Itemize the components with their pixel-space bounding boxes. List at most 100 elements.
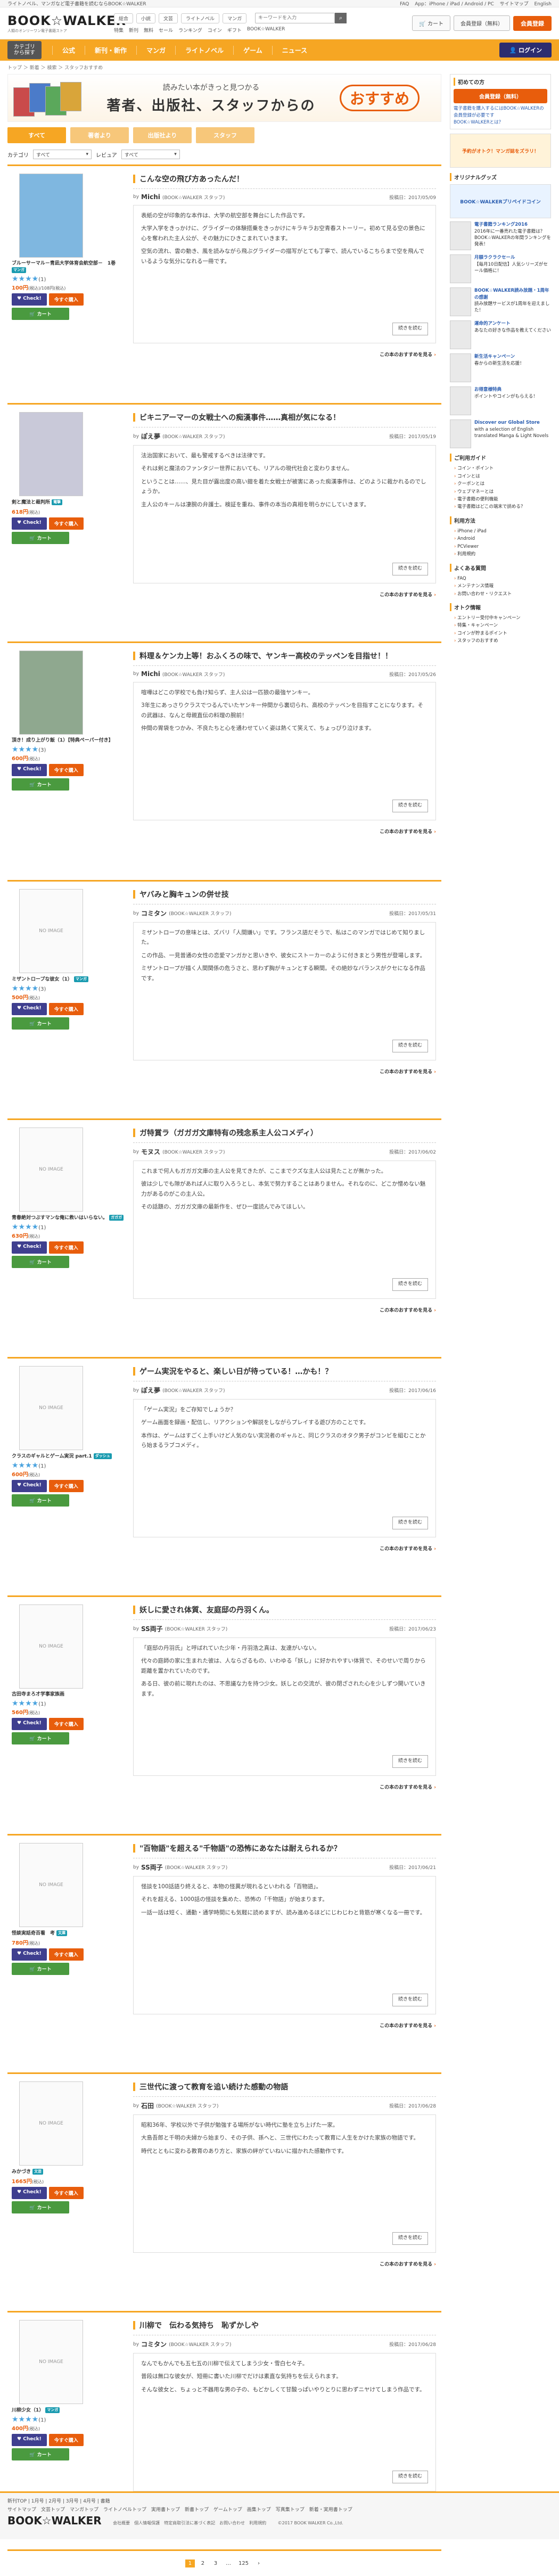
- about-link[interactable]: BOOK☆WALKERとは？: [454, 119, 547, 126]
- store-tab-all[interactable]: 総合: [114, 13, 134, 23]
- add-to-cart-button[interactable]: 🛒 カート: [12, 308, 69, 320]
- check-button[interactable]: ♥ Check!: [12, 1717, 47, 1730]
- reviewer-name[interactable]: モヌス: [141, 1147, 160, 1156]
- add-to-cart-button[interactable]: 🛒 カート: [12, 1017, 69, 1030]
- post-title[interactable]: 三世代に渡って教育を追い続けた感動の物語: [133, 2079, 436, 2097]
- read-more-button[interactable]: 続きを読む: [392, 1994, 428, 2006]
- faq-link[interactable]: お問い合わせ・リクエスト: [454, 590, 551, 598]
- check-button[interactable]: ♥ Check!: [12, 2186, 47, 2199]
- book-recommend-link[interactable]: この本のおすすめを見る: [133, 351, 436, 358]
- top-link-app[interactable]: App：iPhone / iPad / Android / PC: [415, 2, 494, 7]
- add-to-cart-button[interactable]: 🛒 カート: [12, 2448, 69, 2460]
- reviewer-name[interactable]: SS両子: [141, 1624, 163, 1633]
- footer-links[interactable]: 会社概要 個人情報保護 特定商取引法に基づく表記 お問い合わせ 利用規約: [113, 2520, 266, 2526]
- book-cover[interactable]: NO IMAGE: [19, 2081, 83, 2166]
- buy-now-button[interactable]: 今すぐ購入: [48, 517, 84, 530]
- read-more-button[interactable]: 続きを読む: [392, 2232, 428, 2245]
- read-more-button[interactable]: 続きを読む: [392, 323, 428, 335]
- footer-logo[interactable]: BOOK☆WALKER: [7, 2514, 102, 2527]
- reviewer-name[interactable]: ぽえ夢: [141, 432, 160, 441]
- guide-link[interactable]: コインとは: [454, 473, 551, 480]
- book-title[interactable]: 剣と魔法と裁判所 電撃: [12, 499, 126, 506]
- reviewer-name[interactable]: コミタン: [141, 2340, 167, 2349]
- page-last[interactable]: 125: [236, 2559, 251, 2567]
- book-title[interactable]: 頂き！成り上がり飯（1）【特典ペーパー付き】: [12, 738, 126, 744]
- category-select[interactable]: すべて ▾: [33, 150, 92, 159]
- reviewer-name[interactable]: Michi: [141, 193, 160, 201]
- sidebar-entry[interactable]: 運命的アンケート あなたの好きな作品を教えてください: [450, 320, 551, 350]
- post-title[interactable]: 料理＆ケンカ上等！おふくろの味で、ヤンキー高校のテッペンを目指せ！！: [133, 648, 436, 666]
- buy-now-button[interactable]: 今すぐ購入: [48, 2186, 84, 2199]
- book-cover[interactable]: NO IMAGE: [19, 2320, 83, 2404]
- check-button[interactable]: ♥ Check!: [12, 2433, 47, 2446]
- page-3[interactable]: 3: [211, 2559, 220, 2567]
- book-cover[interactable]: NO IMAGE: [19, 889, 83, 973]
- preorder-banner[interactable]: 予約がオトク！マンガ誌をズラリ！: [450, 134, 551, 168]
- guide-link[interactable]: クーポンとは: [454, 480, 551, 488]
- sub-link-sale[interactable]: セール: [159, 27, 173, 34]
- top-link-sitemap[interactable]: サイトマップ: [500, 2, 529, 7]
- deal-link[interactable]: 特集・キャンペーン: [454, 622, 551, 629]
- tab-all[interactable]: すべて: [7, 127, 66, 143]
- tab-author[interactable]: 著者より: [70, 127, 129, 143]
- book-title[interactable]: ブルーサーマル－青凪大学体育会航空部－ 1巻 マンガ: [12, 261, 126, 274]
- add-to-cart-button[interactable]: 🛒 カート: [12, 2201, 69, 2213]
- sub-link-feature[interactable]: 特集: [114, 27, 124, 34]
- book-recommend-link[interactable]: この本のおすすめを見る: [133, 1068, 436, 1075]
- book-title[interactable]: ミザントロープな彼女（1） マンガ: [12, 976, 126, 983]
- read-more-button[interactable]: 続きを読む: [392, 1755, 428, 1768]
- book-title[interactable]: 青春絶対つぶすマンな俺に救いはいらない。 ガガガ: [12, 1215, 126, 1222]
- sub-link-free[interactable]: 無料: [144, 27, 153, 34]
- nav-manga[interactable]: マンガ: [136, 45, 175, 55]
- app-link[interactable]: PCViewer: [454, 543, 551, 550]
- reviewer-name[interactable]: Michi: [141, 670, 160, 678]
- faq-link[interactable]: FAQ: [454, 575, 551, 582]
- nav-news[interactable]: ニュース: [272, 45, 317, 55]
- check-button[interactable]: ♥ Check!: [12, 293, 47, 306]
- book-recommend-link[interactable]: この本のおすすめを見る: [133, 591, 436, 598]
- buy-now-button[interactable]: 今すぐ購入: [48, 293, 84, 306]
- post-title[interactable]: 川柳で 伝わる気持ち 恥ずかしや: [133, 2318, 436, 2335]
- sub-link-new[interactable]: 新刊: [129, 27, 138, 34]
- buy-now-button[interactable]: 今すぐ購入: [48, 1002, 84, 1015]
- book-title[interactable]: 古田寺まろ才学事家族画: [12, 1692, 126, 1698]
- store-tab-literature[interactable]: 文芸: [159, 13, 178, 23]
- check-button[interactable]: ♥ Check!: [12, 1002, 47, 1015]
- app-link[interactable]: Android: [454, 535, 551, 542]
- book-recommend-link[interactable]: この本のおすすめを見る: [133, 828, 436, 835]
- prepaid-coin-banner[interactable]: BOOK☆WALKERプリペイドコイン: [450, 184, 551, 219]
- book-cover[interactable]: NO IMAGE: [19, 1604, 83, 1689]
- sidebar-entry[interactable]: Discover our Global Store with a selectio…: [450, 419, 551, 449]
- sub-link-gift[interactable]: ギフト: [227, 27, 242, 34]
- deal-link[interactable]: スタッフのおすすめ: [454, 637, 551, 645]
- book-cover[interactable]: NO IMAGE: [19, 1366, 83, 1450]
- register-link[interactable]: 会員登録（無料）: [454, 15, 510, 31]
- nav-lightnovel[interactable]: ライトノベル: [175, 45, 233, 55]
- store-tab-lightnovel[interactable]: ライトノベル: [181, 13, 220, 23]
- sub-link-coin[interactable]: コイン: [208, 27, 222, 34]
- post-title[interactable]: ゲーム実況をやると、楽しい日が待っている！…かも！？: [133, 1364, 436, 1381]
- book-title[interactable]: みかづき 文芸: [12, 2169, 126, 2176]
- reviewer-name[interactable]: 石田: [141, 2101, 154, 2110]
- sidebar-entry[interactable]: お得意様特典 ポイントやコインがもらえる！: [450, 386, 551, 416]
- deal-link[interactable]: エントリー受付中キャンペーン: [454, 614, 551, 622]
- check-button[interactable]: ♥ Check!: [12, 517, 47, 530]
- post-title[interactable]: "百物語"を超える"千物語"の恐怖にあなたは耐えられるか？: [133, 1841, 436, 1858]
- store-tab-manga[interactable]: マンガ: [223, 13, 247, 23]
- nav-game[interactable]: ゲーム: [233, 45, 272, 55]
- page-1[interactable]: 1: [185, 2559, 195, 2567]
- book-title[interactable]: 怪談実話奇百看 考 文庫: [12, 1930, 126, 1937]
- buy-now-button[interactable]: 今すぐ購入: [48, 763, 84, 776]
- book-title[interactable]: 川柳少女（1） マンガ: [12, 2407, 126, 2414]
- guide-link[interactable]: 電子書籍の便利機能: [454, 496, 551, 503]
- add-to-cart-button[interactable]: 🛒 カート: [12, 778, 69, 791]
- reviewer-name[interactable]: コミタン: [141, 909, 167, 918]
- read-more-button[interactable]: 続きを読む: [392, 800, 428, 812]
- post-title[interactable]: ヤバみと胸キュンの併せ技: [133, 887, 436, 904]
- logo[interactable]: BOOK☆WALKER 人類のオンリーワン電子書籍ストア: [7, 13, 126, 34]
- guide-link[interactable]: コイン・ポイント: [454, 465, 551, 472]
- next-page-icon[interactable]: ›: [254, 2559, 264, 2567]
- search-input[interactable]: [255, 13, 335, 23]
- buy-now-button[interactable]: 今すぐ購入: [48, 1479, 84, 1492]
- store-tab-novel[interactable]: 小説: [136, 13, 156, 23]
